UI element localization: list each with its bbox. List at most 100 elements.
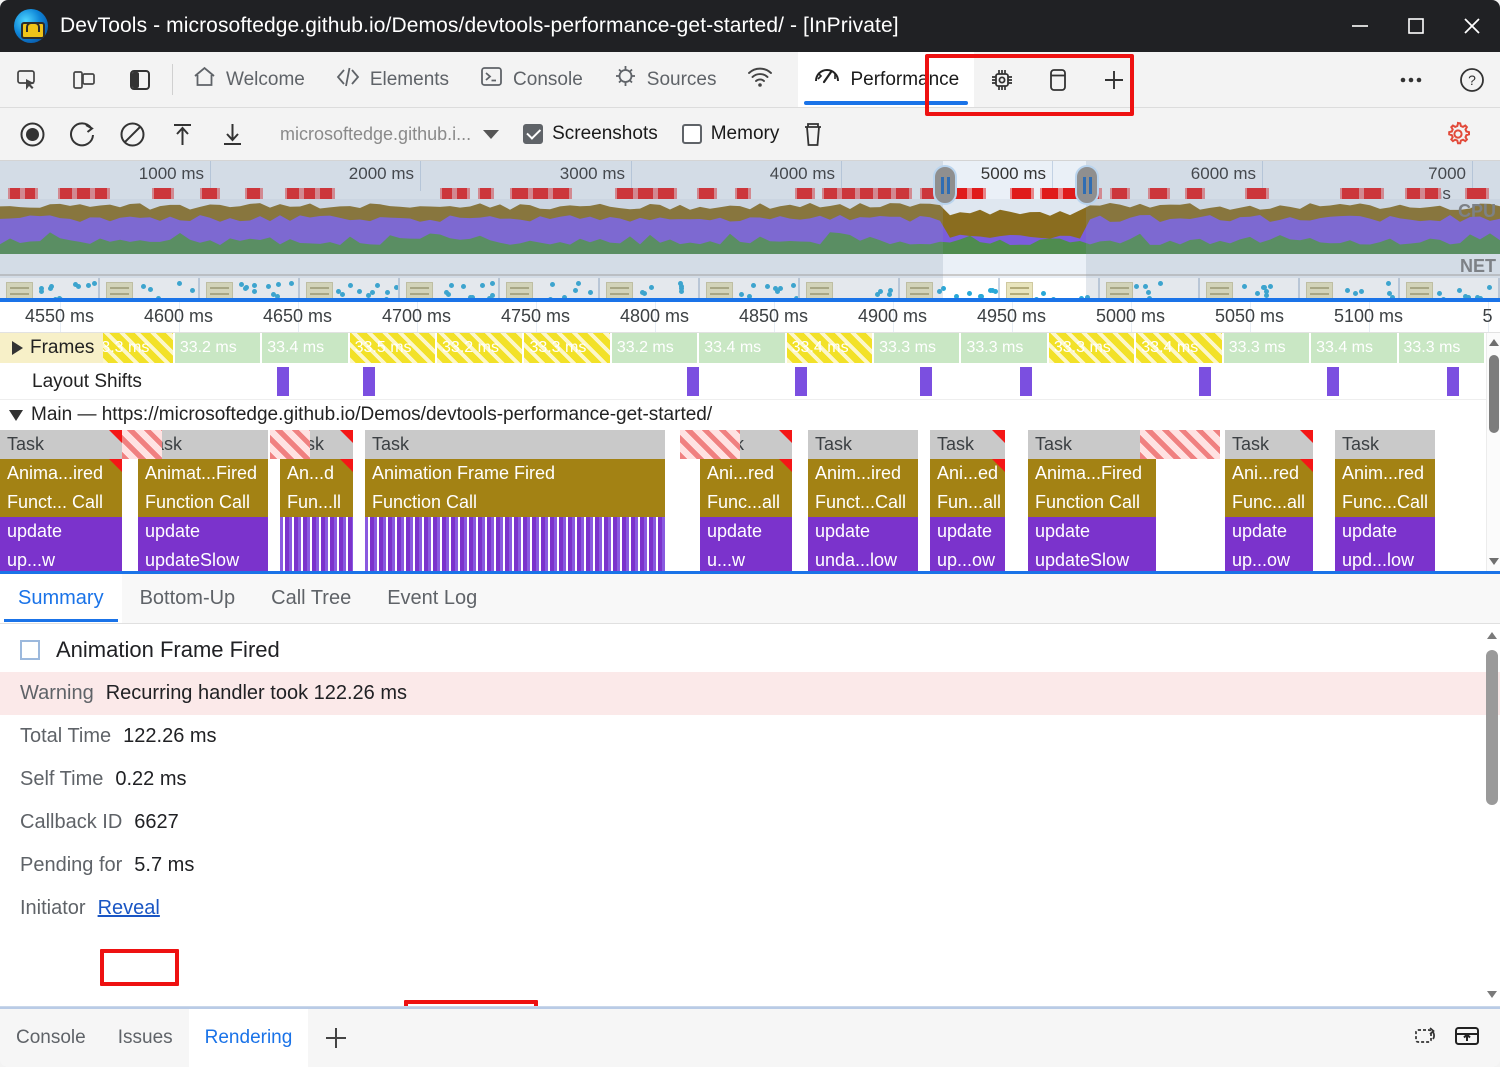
frame-block[interactable]: 33.3 ms (1398, 333, 1484, 363)
flame-chart-area[interactable]: 4550 ms 4600 ms 4650 ms 4700 ms 4750 ms 4800 … (0, 302, 1500, 574)
layout-shift-marker[interactable] (1327, 367, 1339, 396)
flame-block[interactable]: An...d (280, 459, 353, 488)
flame-block[interactable]: updateSlow (1028, 546, 1156, 571)
flame-block[interactable] (280, 517, 353, 546)
frame-block[interactable]: 33.3 ms (1048, 333, 1135, 363)
flame-block[interactable]: Func...Call (1335, 488, 1435, 517)
frame-block[interactable]: 33.3 ms (961, 333, 1047, 363)
drawer-add-tab-icon[interactable] (308, 1009, 364, 1067)
layout-shift-marker[interactable] (795, 367, 807, 396)
more-options-icon[interactable] (1383, 67, 1439, 93)
layout-shift-marker[interactable] (1447, 367, 1459, 396)
flame-block[interactable] (365, 517, 665, 546)
flame-block[interactable]: Ani...red (1225, 459, 1313, 488)
selection-grip-icon[interactable] (1075, 165, 1099, 205)
flame-chart[interactable]: TaskTaskTaskTaskTaskTaskTaskTaskTaskTask… (0, 430, 1486, 571)
scrollbar-thumb[interactable] (1486, 650, 1498, 805)
screenshots-checkbox[interactable]: Screenshots (523, 123, 658, 145)
layout-shift-marker[interactable] (363, 367, 375, 396)
clear-icon[interactable] (108, 112, 156, 156)
memory-chip-icon[interactable] (974, 52, 1030, 107)
flame-block[interactable]: unda...low (808, 546, 918, 571)
flame-block[interactable]: up...w (0, 546, 122, 571)
frame-block[interactable]: 33.4 ms (262, 333, 348, 363)
flame-block[interactable]: Function Call (365, 488, 665, 517)
flame-block[interactable]: update (700, 517, 792, 546)
flame-block[interactable]: Fun...ll (280, 488, 353, 517)
application-icon[interactable] (1030, 52, 1086, 107)
expand-triangle-icon[interactable] (12, 341, 23, 355)
upload-profile-icon[interactable] (158, 112, 206, 156)
flame-block[interactable]: updateSlow (138, 546, 268, 571)
flame-block[interactable]: update (1335, 517, 1435, 546)
layout-shift-marker[interactable] (1199, 367, 1211, 396)
selection-grip-icon[interactable] (933, 165, 957, 205)
tab-welcome[interactable]: Welcome (177, 52, 320, 107)
main-track-header[interactable]: Main — https://microsoftedge.github.io/D… (0, 400, 1486, 430)
flame-block[interactable]: update (1028, 517, 1156, 546)
flame-block[interactable]: Anim...red (1335, 459, 1435, 488)
flame-block[interactable]: Anim...ired (808, 459, 918, 488)
flame-block[interactable]: Function Call (138, 488, 268, 517)
tab-elements[interactable]: Elements (320, 52, 464, 107)
flame-block[interactable] (280, 546, 353, 571)
frame-block[interactable]: 33.3 ms (874, 333, 960, 363)
flame-block[interactable]: update (808, 517, 918, 546)
flame-block[interactable]: Func...all (1225, 488, 1313, 517)
tab-console[interactable]: Console (464, 52, 598, 107)
frames-row[interactable]: 33.4 ms33.3 ms33.2 ms33.4 ms33.5 ms33.2 … (0, 333, 1486, 363)
tab-network[interactable] (731, 52, 798, 107)
flame-block[interactable]: up...ow (1225, 546, 1313, 571)
tab-sources[interactable]: Sources (598, 52, 732, 107)
drawer-tab-console[interactable]: Console (0, 1009, 102, 1067)
frame-block[interactable]: 33.5 ms (349, 333, 436, 363)
scroll-up-arrow-icon[interactable] (1489, 339, 1499, 346)
help-icon[interactable]: ? (1444, 65, 1500, 95)
flame-vertical-scrollbar[interactable] (1486, 333, 1500, 571)
task-block[interactable]: Task (365, 430, 665, 459)
flame-block[interactable]: Fun...all (930, 488, 1005, 517)
dock-panel-icon[interactable] (1452, 1021, 1482, 1056)
tab-bottom-up[interactable]: Bottom-Up (122, 574, 254, 623)
close-button[interactable] (1444, 0, 1500, 52)
flame-block[interactable]: Animation Frame Fired (365, 459, 665, 488)
layout-shift-marker[interactable] (920, 367, 932, 396)
panel-layout-icon[interactable] (112, 52, 168, 107)
task-block[interactable]: Task (1225, 430, 1313, 459)
collapse-triangle-icon[interactable] (9, 409, 23, 421)
record-icon[interactable] (8, 112, 56, 156)
task-block[interactable]: Task (1335, 430, 1435, 459)
frame-block[interactable]: 33.4 ms (699, 333, 785, 363)
layout-shift-marker[interactable] (687, 367, 699, 396)
maximize-button[interactable] (1388, 0, 1444, 52)
layout-shifts-row[interactable]: Layout Shifts (0, 363, 1486, 400)
flame-block[interactable]: Function Call (1028, 488, 1156, 517)
memory-checkbox[interactable]: Memory (681, 123, 779, 145)
flame-block[interactable]: Animat...Fired (138, 459, 268, 488)
chevron-down-icon[interactable] (483, 129, 500, 139)
flame-block[interactable]: Func...all (700, 488, 792, 517)
device-toggle-icon[interactable] (56, 52, 112, 107)
inspect-icon[interactable] (0, 52, 56, 107)
reveal-link[interactable]: Reveal (98, 897, 160, 920)
flame-block[interactable]: update (1225, 517, 1313, 546)
flame-block[interactable]: Ani...red (700, 459, 792, 488)
frame-block[interactable]: 33.2 ms (611, 333, 698, 363)
timeline-overview[interactable]: 1000 ms 2000 ms 3000 ms 4000 ms 5000 ms … (0, 161, 1500, 302)
scroll-down-arrow-icon[interactable] (1489, 558, 1499, 565)
flame-block[interactable]: update (138, 517, 268, 546)
flame-block[interactable]: update (0, 517, 122, 546)
drawer-tab-issues[interactable]: Issues (102, 1009, 189, 1067)
tab-call-tree[interactable]: Call Tree (253, 574, 369, 623)
task-block[interactable]: Task (1028, 430, 1156, 459)
minimize-button[interactable] (1332, 0, 1388, 52)
flame-block[interactable]: Funct... Call (0, 488, 122, 517)
frame-block[interactable]: 33.2 ms (437, 333, 523, 363)
download-profile-icon[interactable] (208, 112, 256, 156)
frame-block[interactable]: 33.4 ms (1136, 333, 1222, 363)
flame-block[interactable]: upd...low (1335, 546, 1435, 571)
flame-block[interactable] (365, 546, 665, 571)
flame-block[interactable]: Funct...Call (808, 488, 918, 517)
tab-summary[interactable]: Summary (0, 574, 122, 623)
task-block[interactable]: Task (0, 430, 122, 459)
